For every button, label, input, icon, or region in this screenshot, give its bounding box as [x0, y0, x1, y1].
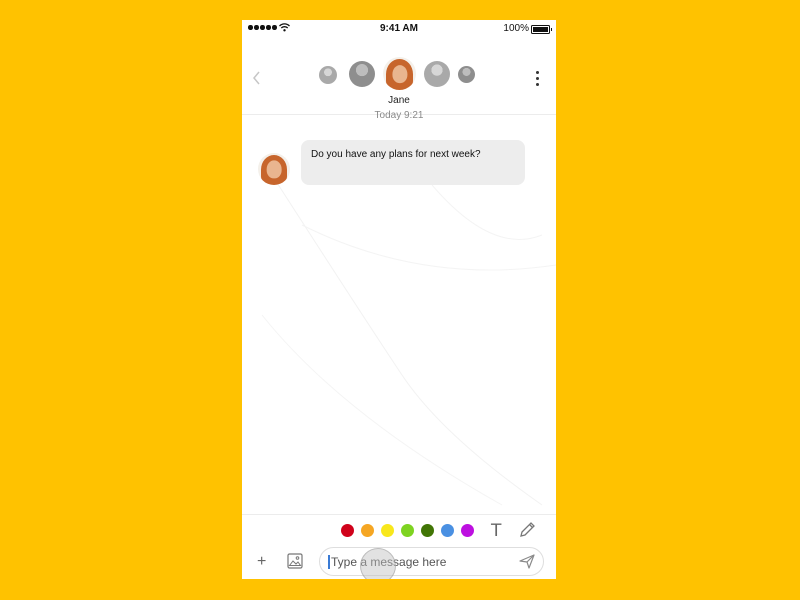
image-icon[interactable]	[287, 553, 303, 569]
phone-screen: 9:41 AM 100% Jane Today 9:21 Do you have…	[242, 20, 556, 579]
touch-indicator	[360, 548, 396, 579]
message-text: Do you have any plans for next week?	[311, 149, 481, 160]
message-input-container	[319, 547, 544, 576]
color-swatch-yellow[interactable]	[381, 524, 394, 537]
send-icon[interactable]	[519, 554, 535, 569]
color-swatch-dark-green[interactable]	[421, 524, 434, 537]
message-input[interactable]	[331, 548, 511, 575]
status-bar: 9:41 AM 100%	[242, 20, 556, 38]
active-contact-name: Jane	[388, 95, 410, 106]
color-palette	[341, 524, 474, 537]
message-bubble[interactable]: Do you have any plans for next week?	[301, 140, 525, 185]
composer-toolbar: T +	[242, 514, 556, 579]
contact-avatar-jane[interactable]	[383, 57, 416, 90]
more-icon[interactable]	[536, 71, 539, 86]
text-tool-icon[interactable]: T	[491, 521, 501, 541]
chat-header: Jane	[242, 38, 556, 115]
contact-avatar-4[interactable]	[424, 61, 450, 87]
color-swatch-red[interactable]	[341, 524, 354, 537]
color-swatch-orange[interactable]	[361, 524, 374, 537]
conversation-timestamp: Today 9:21	[374, 110, 424, 121]
battery-percentage: 100%	[503, 23, 529, 34]
color-swatch-light-green[interactable]	[401, 524, 414, 537]
pen-tool-icon[interactable]	[518, 521, 536, 539]
contact-avatar-1[interactable]	[319, 66, 337, 84]
color-swatch-purple[interactable]	[461, 524, 474, 537]
back-icon[interactable]	[252, 71, 262, 85]
sender-avatar[interactable]	[258, 153, 290, 185]
add-button[interactable]: +	[257, 553, 266, 571]
contact-avatar-2[interactable]	[349, 61, 375, 87]
text-cursor	[328, 555, 330, 569]
color-swatch-blue[interactable]	[441, 524, 454, 537]
battery-icon	[531, 25, 552, 34]
contact-avatar-5[interactable]	[458, 66, 475, 83]
